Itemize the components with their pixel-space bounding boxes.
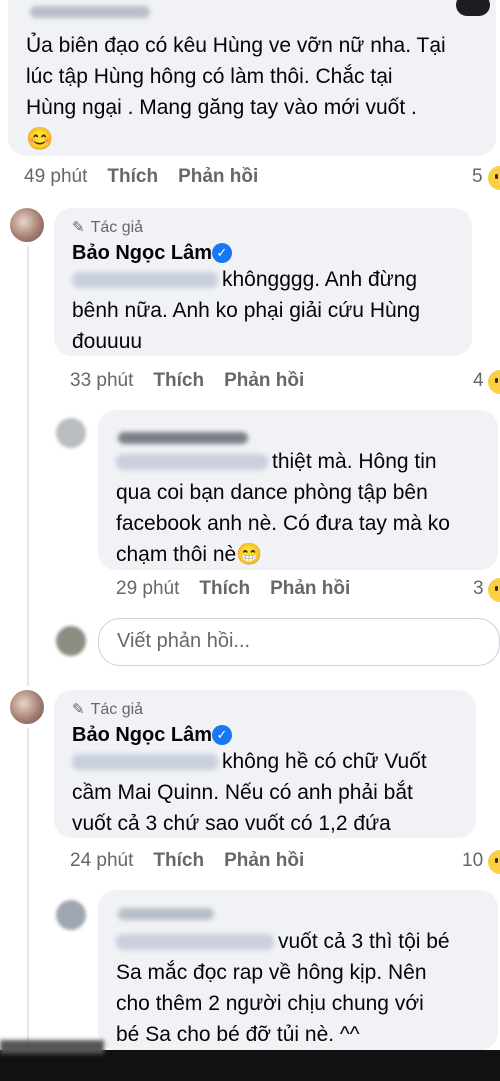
comment-meta: 29 phút Thích Phản hồi: [116, 578, 370, 600]
like-button[interactable]: Thích: [107, 166, 158, 187]
smile-emoji: 😊: [26, 126, 54, 151]
reply-button[interactable]: Phản hồi: [224, 850, 304, 871]
verified-icon: ✓: [212, 725, 232, 745]
reaction-icon: [486, 848, 500, 876]
verified-icon: ✓: [212, 243, 232, 263]
reply-button[interactable]: Phản hồi: [270, 578, 350, 599]
pencil-icon: ✎: [72, 701, 85, 718]
tagged-name[interactable]: [116, 454, 268, 471]
reaction-count: 5: [472, 166, 483, 187]
timestamp: 29 phút: [116, 578, 180, 599]
timestamp: 24 phút: [70, 850, 134, 871]
author-badge: ✎ Tác giả: [72, 219, 144, 236]
reply-placeholder: Viết phản hồi...: [117, 630, 251, 652]
reaction-icon: [486, 368, 500, 396]
avatar[interactable]: [10, 208, 44, 242]
comment-meta: 24 phút Thích Phản hồi: [70, 850, 324, 872]
thread-line: [27, 728, 29, 1058]
commenter-name: [118, 432, 248, 444]
pencil-icon: ✎: [72, 219, 85, 236]
reaction-count: 3: [473, 578, 484, 599]
current-user-avatar: [56, 626, 86, 656]
commenter-name: [118, 908, 214, 920]
comment-text: Ủa biên đạo có kêu Hùng ve vỡn nữ nha. T…: [26, 30, 496, 154]
avatar[interactable]: [56, 900, 86, 930]
reaction-icon: [486, 576, 500, 604]
comment-text: thiệt mà. Hông tin qua coi bạn dance phò…: [116, 450, 450, 566]
comment-meta: 33 phút Thích Phản hồi: [70, 370, 324, 392]
author-badge: ✎ Tác giả: [72, 701, 144, 718]
reply-button[interactable]: Phản hồi: [178, 166, 258, 187]
author-name[interactable]: Bảo Ngọc Lâm: [72, 724, 212, 747]
commenter-name: [30, 6, 150, 18]
more-options-icon[interactable]: [456, 0, 490, 16]
comment-text: vuốt cả 3 thì tội bé Sa mắc đọc rap về h…: [116, 930, 450, 1046]
avatar[interactable]: [56, 418, 86, 448]
avatar[interactable]: [10, 690, 44, 724]
tagged-name[interactable]: [116, 934, 274, 951]
reaction-icon: [486, 164, 500, 192]
like-button[interactable]: Thích: [153, 370, 204, 391]
grin-emoji: 😁: [236, 543, 263, 566]
like-button[interactable]: Thích: [153, 850, 204, 871]
thread-line: [27, 246, 29, 686]
reaction-count: 4: [473, 370, 484, 391]
reply-button[interactable]: Phản hồi: [224, 370, 304, 391]
comment-text: không hề có chữ Vuốt cầm Mai Quinn. Nếu …: [72, 750, 427, 835]
comment-meta: 49 phút Thích Phản hồi: [24, 166, 278, 188]
timestamp: 49 phút: [24, 166, 88, 187]
author-name[interactable]: Bảo Ngọc Lâm: [72, 242, 212, 265]
like-button[interactable]: Thích: [199, 578, 250, 599]
bottom-bar: [0, 1050, 500, 1081]
reaction-count: 10: [462, 850, 484, 871]
tagged-name[interactable]: [72, 754, 218, 771]
bottom-bar-edge: [0, 1040, 104, 1054]
comment-text: khôngggg. Anh đừng bênh nữa. Anh ko phại…: [72, 268, 421, 353]
tagged-name[interactable]: [72, 272, 218, 289]
reply-input[interactable]: Viết phản hồi...: [98, 618, 500, 666]
timestamp: 33 phút: [70, 370, 134, 391]
